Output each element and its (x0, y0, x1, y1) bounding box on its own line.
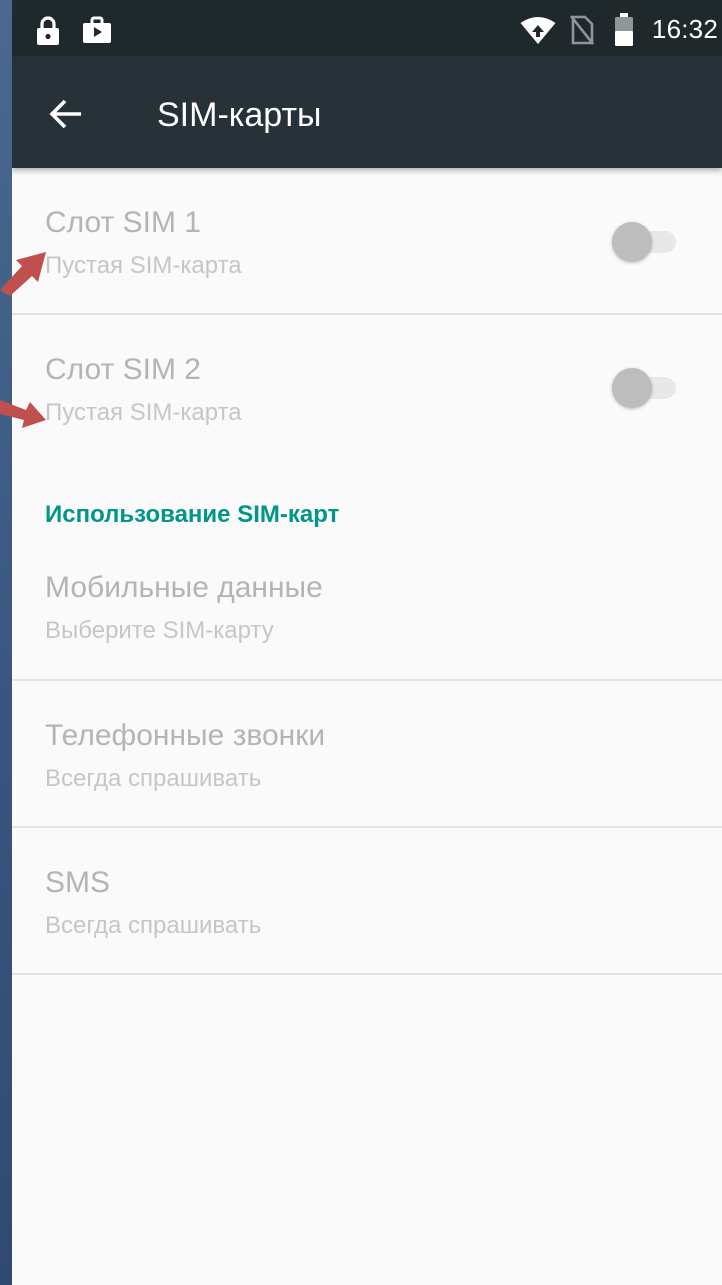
mobile-data-row[interactable]: Мобильные данные Выберите SIM-карту (12, 463, 722, 681)
sim-slot-2-title: Слот SIM 2 (45, 353, 201, 386)
no-sim-icon (570, 15, 594, 45)
mobile-data-subtitle: Выберите SIM-карту (45, 617, 274, 644)
toggle-thumb (612, 368, 652, 408)
battery-icon (615, 13, 633, 46)
settings-list: Слот SIM 1 Пустая SIM-карта Слот SIM 2 П… (12, 168, 722, 975)
status-bar: 16:32 (12, 0, 722, 56)
sms-title: SMS (45, 866, 111, 899)
toggle-thumb (612, 222, 652, 262)
back-button[interactable] (40, 88, 92, 140)
phone-calls-title: Телефонные звонки (45, 719, 326, 752)
sim-slot-2-toggle[interactable] (612, 368, 678, 408)
sim-slot-1-row[interactable]: Слот SIM 1 Пустая SIM-карта (12, 168, 722, 315)
sim-slot-2-row[interactable]: Слот SIM 2 Пустая SIM-карта (12, 315, 722, 463)
annotation-arrow-sim-1 (0, 252, 46, 296)
phone-calls-row[interactable]: Телефонные звонки Всегда спрашивать (12, 681, 722, 828)
sms-row[interactable]: SMS Всегда спрашивать (12, 828, 722, 975)
wifi-icon (520, 17, 556, 44)
sim-slot-1-subtitle: Пустая SIM-карта (45, 252, 242, 279)
sim-slot-1-toggle[interactable] (612, 222, 678, 262)
shopping-bag-icon (83, 16, 111, 43)
divider (12, 973, 722, 975)
annotation-arrow-sim-2 (0, 400, 46, 428)
lock-icon (37, 16, 59, 45)
phone-screen: 16:32 SIM-карты Слот SIM 1 Пустая SIM-ка… (12, 0, 722, 1285)
status-time: 16:32 (651, 14, 718, 44)
phone-calls-subtitle: Всегда спрашивать (45, 765, 262, 792)
sim-slot-1-title: Слот SIM 1 (45, 206, 201, 239)
sim-slot-2-subtitle: Пустая SIM-карта (45, 399, 242, 426)
mobile-data-title: Мобильные данные (45, 571, 323, 604)
page-title: SIM-карты (157, 96, 322, 134)
arrow-back-icon (49, 99, 81, 129)
app-bar: SIM-карты (12, 56, 722, 168)
sms-subtitle: Всегда спрашивать (45, 912, 262, 939)
